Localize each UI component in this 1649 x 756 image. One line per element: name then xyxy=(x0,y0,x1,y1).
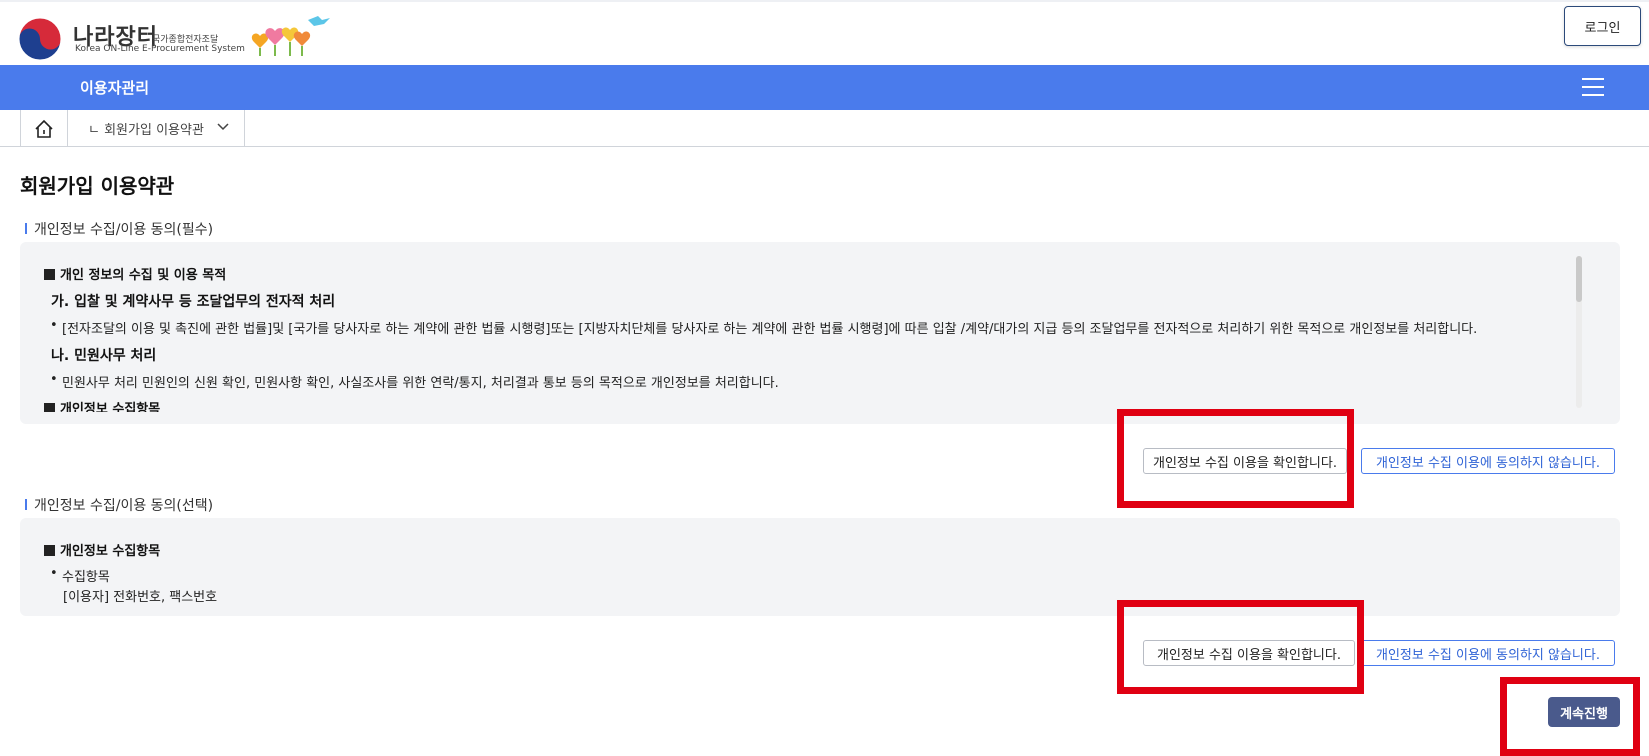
terms-heading-purpose: 개인 정보의 수집 및 이용 목적 xyxy=(44,264,226,283)
heart-flowers-icon xyxy=(251,16,330,56)
section-optional-label: 개인정보 수집/이용 동의(선택) xyxy=(20,495,213,515)
home-button[interactable] xyxy=(20,110,68,147)
optional-terms-detail: [이용자] 전화번호, 팩스번호 xyxy=(63,590,218,605)
home-icon xyxy=(35,119,53,138)
breadcrumb: ㄴ 회원가입 이용약관 xyxy=(0,110,1649,147)
terms-subheading-b: 나. 민원사무 처리 xyxy=(51,348,157,364)
logo-english: Korea ON-Line E-Procurement System xyxy=(75,44,245,54)
chevron-down-icon xyxy=(217,123,229,131)
breadcrumb-dropdown[interactable]: ㄴ 회원가입 이용약관 xyxy=(68,110,245,147)
optional-terms-panel: 개인정보 수집항목 수집항목 [이용자] 전화번호, 팩스번호 xyxy=(20,518,1620,616)
highlight-box-continue xyxy=(1500,677,1640,756)
terms-bullet-a: [전자조달의 이용 및 촉진에 관한 법률]및 [국가를 당사자로 하는 계약에… xyxy=(50,318,1477,337)
optional-terms-bullet: 수집항목 xyxy=(50,566,110,585)
optional-terms-heading: 개인정보 수집항목 xyxy=(44,540,160,559)
login-button[interactable]: 로그인 xyxy=(1564,6,1641,46)
required-terms-scroll-area[interactable]: 개인 정보의 수집 및 이용 목적 가. 입찰 및 계약사무 등 조달업무의 전… xyxy=(20,242,1570,412)
hamburger-menu-icon[interactable] xyxy=(1582,78,1604,97)
required-disagree-button[interactable]: 개인정보 수집 이용에 동의하지 않습니다. xyxy=(1361,448,1615,474)
scrollbar[interactable] xyxy=(1576,256,1582,408)
breadcrumb-current: ㄴ 회원가입 이용약관 xyxy=(88,123,204,138)
highlight-box-required-agree xyxy=(1117,409,1354,508)
highlight-box-optional-agree xyxy=(1117,600,1364,694)
terms-subheading-a: 가. 입찰 및 계약사무 등 조달업무의 전자적 처리 xyxy=(51,294,336,310)
korea-emblem-icon xyxy=(18,17,62,61)
page-title: 회원가입 이용약관 xyxy=(20,174,175,198)
nav-title[interactable]: 이용자관리 xyxy=(80,77,149,98)
nav-bar: 이용자관리 xyxy=(0,65,1649,110)
optional-disagree-button[interactable]: 개인정보 수집 이용에 동의하지 않습니다. xyxy=(1361,640,1615,666)
scrollbar-thumb[interactable] xyxy=(1576,256,1582,302)
top-header: 나라장터 국가종합전자조달 Korea ON-Line E-Procuremen… xyxy=(0,0,1649,65)
terms-heading-items: 개인정보 수집항목 xyxy=(44,398,160,412)
section-required-label: 개인정보 수집/이용 동의(필수) xyxy=(20,219,213,239)
terms-bullet-b: 민원사무 처리 민원인의 신원 확인, 민원사항 확인, 사실조사를 위한 연락… xyxy=(50,372,779,391)
